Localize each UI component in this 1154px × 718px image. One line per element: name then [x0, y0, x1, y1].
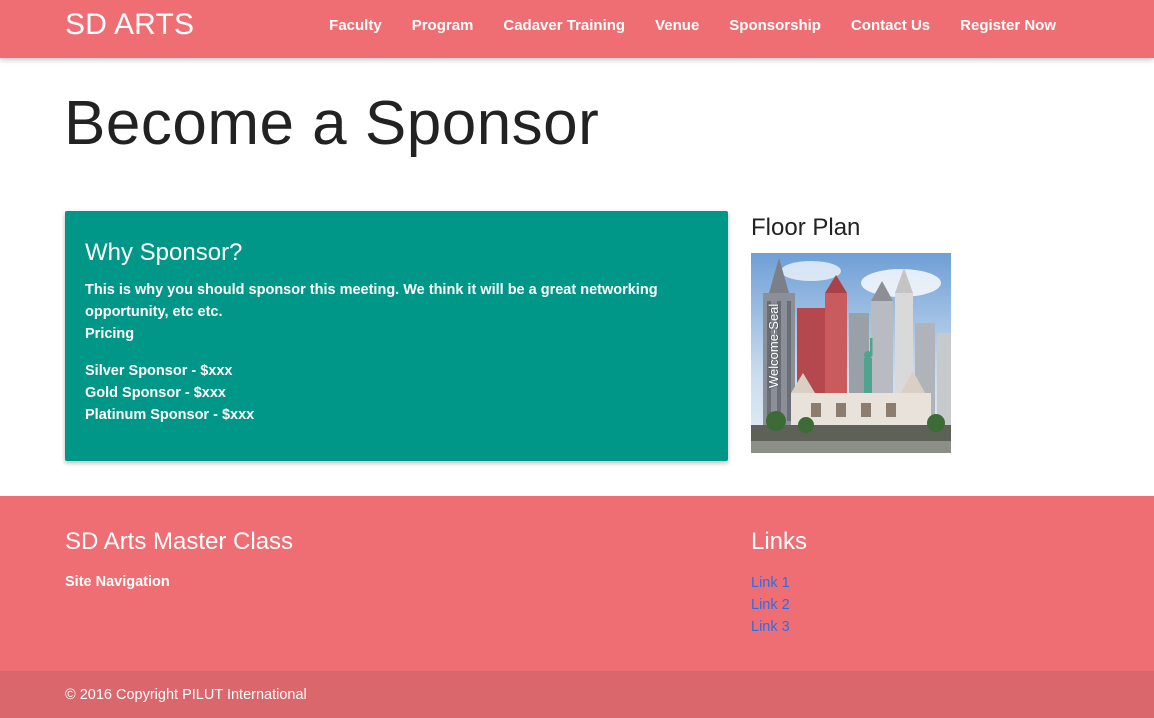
floor-plan-heading: Floor Plan	[751, 214, 861, 241]
footer-about: SD Arts Master Class Site Navigation	[65, 528, 293, 590]
skyline-illustration	[751, 253, 951, 453]
why-sponsor-card: Why Sponsor? This is why you should spon…	[65, 211, 728, 461]
navbar: SD ARTS Faculty Program Cadaver Training…	[0, 0, 1154, 58]
pricing-tier-platinum: Platinum Sponsor - $xxx	[85, 407, 255, 423]
footer: SD Arts Master Class Site Navigation Lin…	[0, 496, 1154, 671]
nav-item-faculty: Faculty	[329, 17, 382, 35]
nav-item-sponsorship: Sponsorship	[729, 17, 821, 35]
copyright-bar: © 2016 Copyright PILUT International	[0, 671, 1154, 718]
nav-item-contact-us: Contact Us	[851, 17, 930, 35]
pricing-list: Silver Sponsor - $xxx Gold Sponsor - $xx…	[85, 360, 708, 426]
brand-logo[interactable]: SD ARTS	[65, 8, 194, 42]
pricing-label: Pricing	[85, 326, 135, 342]
card-body: This is why you should sponsor this meet…	[85, 282, 658, 320]
nav-link-venue[interactable]: Venue	[655, 17, 699, 34]
footer-links-list: Link 1 Link 2 Link 3	[751, 572, 807, 638]
footer-links-section: Links Link 1 Link 2 Link 3	[751, 528, 807, 638]
footer-site-navigation: Site Navigation	[65, 574, 170, 590]
image-overlay-label: Welcome-Seal	[766, 303, 781, 388]
nav-item-venue: Venue	[655, 17, 699, 35]
nav-item-program: Program	[412, 17, 474, 35]
nav-item-cadaver-training: Cadaver Training	[503, 17, 625, 35]
pricing-tier-gold: Gold Sponsor - $xxx	[85, 385, 226, 401]
nav-link-program[interactable]: Program	[412, 17, 474, 34]
footer-links-heading: Links	[751, 528, 808, 555]
nav-link-contact-us[interactable]: Contact Us	[851, 17, 930, 34]
footer-link-3[interactable]: Link 3	[751, 619, 790, 635]
footer-link-item: Link 1	[751, 572, 807, 594]
nav-menu: Faculty Program Cadaver Training Venue S…	[299, 0, 1056, 52]
footer-link-1[interactable]: Link 1	[751, 575, 790, 591]
nav-link-sponsorship[interactable]: Sponsorship	[729, 17, 821, 34]
footer-link-item: Link 3	[751, 616, 807, 638]
nav-link-faculty[interactable]: Faculty	[329, 17, 382, 34]
footer-left-heading: SD Arts Master Class	[65, 528, 294, 555]
floor-plan-image	[751, 253, 951, 453]
nav-item-register-now: Register Now	[960, 17, 1056, 35]
page-title: Become a Sponsor	[64, 89, 600, 158]
pricing-tier-silver: Silver Sponsor - $xxx	[85, 363, 233, 379]
nav-link-register-now[interactable]: Register Now	[960, 17, 1056, 34]
copyright-text: © 2016 Copyright PILUT International	[65, 687, 307, 703]
nav-link-cadaver-training[interactable]: Cadaver Training	[503, 17, 625, 34]
footer-link-2[interactable]: Link 2	[751, 597, 790, 613]
footer-link-item: Link 2	[751, 594, 807, 616]
card-heading: Why Sponsor?	[85, 239, 243, 266]
